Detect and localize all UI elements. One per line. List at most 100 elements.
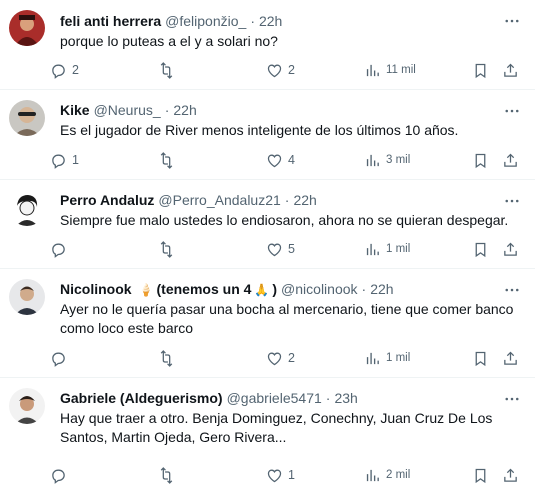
bookmark-button[interactable] [472,150,489,170]
avatar[interactable] [9,10,45,46]
timestamp[interactable]: 22h [259,11,282,31]
like-count: 2 [288,351,295,365]
like-button[interactable]: 5 [266,239,295,259]
share-button[interactable] [502,150,519,170]
action-bar: 5 1 mil [50,239,519,259]
more-options-icon[interactable] [503,281,521,299]
tweet-text: Hay que traer a otro. Benja Dominguez, C… [60,410,493,445]
tweet-text: porque lo puteas a el y a solari no? [60,33,278,49]
author-name[interactable]: Nicolinook [60,279,132,299]
share-button[interactable] [502,465,519,485]
views-button[interactable]: 11 mil [364,60,416,80]
views-chart-icon [366,243,379,255]
reply-button[interactable] [50,348,72,368]
view-count: 3 mil [386,154,411,166]
author-handle[interactable]: @gabriele5471 [227,388,322,408]
tweet[interactable]: feli anti herrera @feliponžio_ · 22h por… [0,0,535,90]
share-button[interactable] [502,60,519,80]
views-button[interactable]: 2 mil [364,465,410,485]
tweet[interactable]: Kike @Neurus_ · 22h Es el jugador de Riv… [0,90,535,180]
reply-button[interactable]: 1 [50,150,79,170]
bookmark-icon [475,351,486,366]
avatar[interactable] [9,100,45,136]
timestamp[interactable]: 22h [370,279,393,299]
share-icon [504,351,517,365]
heart-icon [267,469,282,482]
separator-dot: · [284,192,290,208]
reply-icon [52,469,65,484]
praying-hands-emoji: 🙏 [254,283,270,297]
views-button[interactable]: 3 mil [364,150,410,170]
more-options-icon[interactable] [503,192,521,210]
views-button[interactable]: 1 mil [364,348,410,368]
retweet-button[interactable] [158,348,180,368]
tweet[interactable]: Gabriele (Aldeguerismo) @gabriele5471 · … [0,378,535,494]
like-button[interactable]: 1 [266,465,295,485]
ice-cream-emoji: 🍦 [138,283,154,297]
author-name-suffix: (tenemos un 4 [156,281,252,297]
reply-button[interactable]: 2 [50,60,79,80]
reply-icon [52,64,65,79]
retweet-icon [160,466,173,484]
tweet-text: Siempre fue malo ustedes lo endiosaron, … [60,212,509,228]
like-count: 2 [288,63,295,77]
bookmark-button[interactable] [472,239,489,259]
bookmark-button[interactable] [472,348,489,368]
separator-dot: · [361,281,367,297]
like-button[interactable]: 4 [266,150,295,170]
reply-icon [52,243,65,258]
tweet-text: Es el jugador de River menos inteligente… [60,122,459,138]
action-bar: 2 1 mil [50,348,519,368]
like-button[interactable]: 2 [266,60,295,80]
bookmark-icon [475,242,486,257]
like-button[interactable]: 2 [266,348,295,368]
author-handle[interactable]: @nicolinook [281,279,357,299]
author-name[interactable]: feli anti herrera [60,11,161,31]
retweet-button[interactable] [158,239,180,259]
views-button[interactable]: 1 mil [364,239,410,259]
retweet-button[interactable] [158,150,180,170]
share-button[interactable] [502,239,519,259]
author-name[interactable]: Perro Andaluz [60,190,154,210]
share-button[interactable] [502,348,519,368]
author-name[interactable]: Gabriele (Aldeguerismo) [60,388,223,408]
reply-button[interactable] [50,465,72,485]
timestamp[interactable]: 22h [293,190,316,210]
more-options-icon[interactable] [503,390,521,408]
avatar[interactable] [9,190,45,226]
author-handle[interactable]: @feliponžio_ [165,11,246,31]
tweet[interactable]: Perro Andaluz @Perro_Andaluz21 · 22h Sie… [0,180,535,269]
views-chart-icon [366,352,379,364]
retweet-button[interactable] [158,465,180,485]
replies-feed: feli anti herrera @feliponžio_ · 22h por… [0,0,535,494]
tweet[interactable]: Nicolinook 🍦 (tenemos un 4 🙏 ) @nicolino… [0,269,535,378]
retweet-button[interactable] [158,60,180,80]
action-bar: 1 2 mil [50,465,519,485]
more-options-icon[interactable] [503,12,521,30]
avatar[interactable] [9,279,45,315]
separator-dot: · [325,390,331,406]
heart-icon [267,64,282,77]
retweet-icon [160,240,173,258]
view-count: 1 mil [386,243,411,255]
like-count: 5 [288,242,295,256]
separator-dot: · [164,102,170,118]
timestamp[interactable]: 23h [334,388,357,408]
reply-button[interactable] [50,239,72,259]
views-chart-icon [366,64,379,76]
reply-icon [52,352,65,367]
bookmark-icon [475,63,486,78]
avatar[interactable] [9,388,45,424]
views-chart-icon [366,154,379,166]
timestamp[interactable]: 22h [173,100,196,120]
separator-dot: · [250,13,255,29]
author-handle[interactable]: @Perro_Andaluz21 [158,190,280,210]
bookmark-button[interactable] [472,60,489,80]
more-options-icon[interactable] [503,102,521,120]
author-name[interactable]: Kike [60,100,90,120]
bookmark-button[interactable] [472,465,489,485]
author-handle[interactable]: @Neurus_ [94,100,161,120]
view-count: 2 mil [386,469,411,481]
bookmark-icon [475,468,486,483]
heart-icon [267,154,282,167]
